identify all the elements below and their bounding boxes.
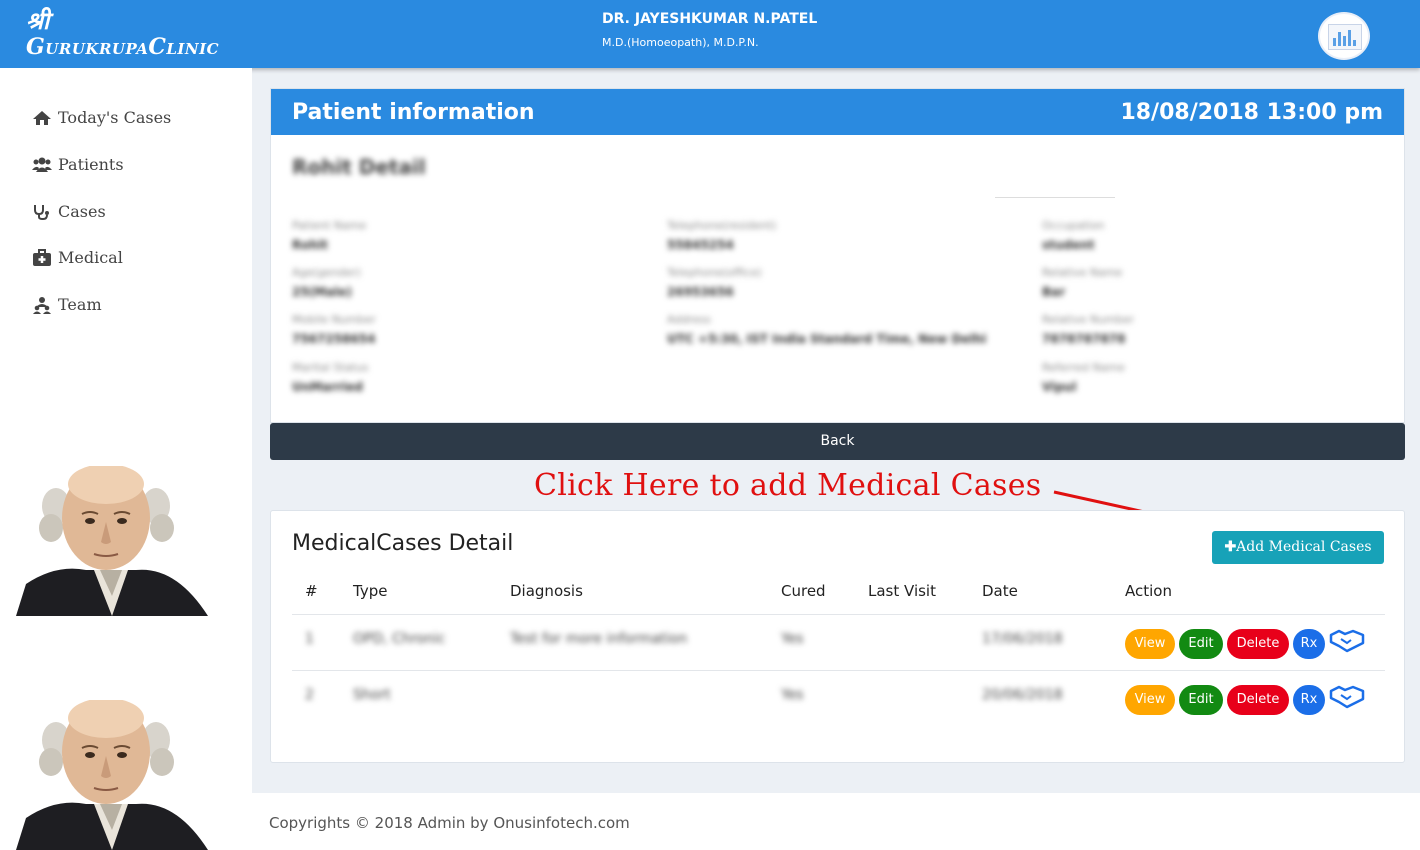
edit-button[interactable]: Edit [1179, 685, 1223, 715]
logo-name: GurukrupaClinic [26, 34, 220, 60]
panel-title: Patient information [292, 99, 535, 125]
back-button[interactable]: Back [270, 423, 1405, 460]
edit-button[interactable]: Edit [1179, 629, 1223, 659]
table-header-divider [292, 614, 1385, 615]
divider [995, 197, 1115, 198]
team-icon [33, 296, 51, 314]
handshake-icon[interactable] [1329, 627, 1365, 653]
hahnemann-portrait [16, 466, 208, 616]
cell-type: Short [353, 687, 391, 703]
avatar-screen-icon [1328, 24, 1362, 50]
cell-diagnosis: Test for more information [510, 631, 688, 647]
col-header-type: Type [353, 582, 388, 600]
patient-info-header: Patient information 18/08/2018 13:00 pm [271, 89, 1404, 135]
cell-date: 20/06/2018 [982, 687, 1063, 703]
plus-icon: ✚ [1224, 539, 1237, 555]
users-icon [32, 157, 52, 172]
col-header-action: Action [1125, 582, 1172, 600]
field-occupation: Occupation student [1042, 219, 1105, 252]
user-avatar[interactable] [1318, 12, 1370, 60]
sidebar-item-label: Cases [58, 202, 106, 221]
doctor-name: DR. JAYESHKUMAR N.PATEL [602, 11, 818, 27]
logo-shree: श्री [26, 6, 50, 35]
sidebar-item-label: Patients [58, 155, 124, 174]
field-mobile-number: Mobile Number 7567258654 [292, 313, 376, 346]
clinic-logo[interactable]: श्री GurukrupaClinic [26, 6, 220, 61]
col-header-date: Date [982, 582, 1018, 600]
rx-button[interactable]: Rx [1293, 685, 1325, 715]
field-address: Address UTC +5:30, IST India Standard Tim… [667, 313, 987, 346]
footer: Copyrights © 2018 Admin by Onusinfotech.… [252, 793, 1420, 850]
field-referred-name: Referred Name Vipul [1042, 361, 1125, 394]
view-button[interactable]: View [1125, 629, 1175, 659]
sidebar-item-todays-cases[interactable]: Today's Cases [32, 108, 171, 127]
cell-type: OPD, Chronic [353, 631, 446, 647]
sidebar: Today's Cases Patients Cases Medical Tea… [0, 68, 252, 850]
doctor-info: DR. JAYESHKUMAR N.PATEL M.D.(Homoeopath)… [602, 11, 817, 49]
cell-cured: Yes [781, 687, 804, 703]
field-relative-name: Relative Name Bar [1042, 266, 1123, 299]
sidebar-item-medical[interactable]: Medical [32, 248, 123, 267]
doctor-degree: M.D.(Homoeopath), M.D.P.N. [602, 36, 759, 49]
col-header-num: # [305, 582, 318, 600]
sidebar-item-label: Today's Cases [58, 108, 172, 127]
field-telephone-resident: Telephone(resident) 55845254 [667, 219, 777, 252]
field-telephone-office: Telephone(office) 26953656 [667, 266, 762, 299]
add-medical-cases-button[interactable]: ✚Add Medical Cases [1212, 531, 1384, 564]
sidebar-item-label: Team [58, 295, 102, 314]
medical-cases-panel: MedicalCases Detail ✚Add Medical Cases #… [270, 510, 1405, 763]
col-header-diagnosis: Diagnosis [510, 582, 583, 600]
home-icon [33, 110, 51, 125]
row-divider [292, 670, 1385, 671]
add-button-label: Add Medical Cases [1236, 539, 1372, 555]
sidebar-item-patients[interactable]: Patients [32, 155, 124, 174]
copyright-text: Copyrights © 2018 Admin by Onusinfotech.… [269, 814, 630, 832]
col-header-cured: Cured [781, 582, 826, 600]
sidebar-item-cases[interactable]: Cases [32, 202, 106, 221]
visit-datetime: 18/08/2018 13:00 pm [1120, 99, 1383, 125]
top-header: श्री GurukrupaClinic DR. JAYESHKUMAR N.P… [0, 0, 1420, 68]
delete-button[interactable]: Delete [1227, 629, 1289, 659]
field-age-gender: Age(gender) 25(Male) [292, 266, 361, 299]
rx-button[interactable]: Rx [1293, 629, 1325, 659]
cell-num: 1 [305, 631, 314, 647]
sidebar-item-team[interactable]: Team [32, 295, 102, 314]
field-patient-name: Patient Name Rohit [292, 219, 367, 252]
sidebar-item-label: Medical [58, 248, 123, 267]
cases-title: MedicalCases Detail [292, 531, 514, 556]
stethoscope-icon [34, 204, 49, 220]
hahnemann-portrait [16, 700, 208, 850]
medkit-icon [33, 248, 51, 266]
patient-detail-title: Rohit Detail [292, 155, 426, 179]
delete-button[interactable]: Delete [1227, 685, 1289, 715]
col-header-last-visit: Last Visit [868, 582, 936, 600]
cell-num: 2 [305, 687, 314, 703]
field-relative-number: Relative Number 7878787878 [1042, 313, 1135, 346]
annotation-text: Click Here to add Medical Cases [534, 468, 1042, 503]
cell-date: 17/06/2018 [982, 631, 1063, 647]
cell-cured: Yes [781, 631, 804, 647]
view-button[interactable]: View [1125, 685, 1175, 715]
handshake-icon[interactable] [1329, 683, 1365, 709]
field-marital-status: Marital Status UnMarried [292, 361, 369, 394]
patient-info-panel: Patient information 18/08/2018 13:00 pm … [270, 88, 1405, 423]
